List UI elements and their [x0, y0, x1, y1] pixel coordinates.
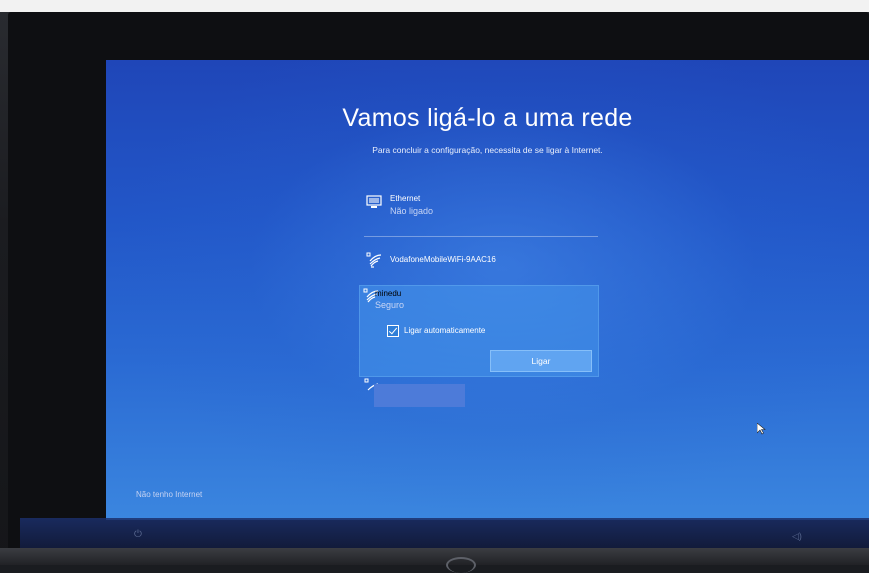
top-strip [0, 0, 869, 12]
brand-logo-icon [446, 557, 476, 573]
taskbar-area [20, 518, 869, 550]
wifi-secured-icon [366, 252, 382, 268]
page-title: Vamos ligá-lo a uma rede [342, 104, 633, 132]
photo-frame: Vamos ligá-lo a uma rede Para concluir a… [0, 0, 869, 573]
speaker-icon[interactable]: ◁) [792, 531, 802, 542]
network-status: Seguro [375, 300, 405, 310]
auto-connect-label: Ligar automaticamente [404, 326, 486, 336]
network-name: minedu [375, 289, 402, 298]
monitor-stand [0, 548, 869, 565]
network-name: VodafoneMobileWiFi-9AAC16 [390, 255, 496, 264]
redaction-block [374, 384, 465, 407]
network-item-minedu[interactable]: minedu Seguro Ligar automaticamente Liga… [359, 285, 599, 377]
oobe-screen: Vamos ligá-lo a uma rede Para concluir a… [106, 60, 869, 520]
network-status: Não ligado [390, 206, 434, 216]
network-item-vodafone[interactable]: VodafoneMobileWiFi-9AAC16 [362, 248, 600, 274]
power-icon[interactable]: ⏻ [134, 529, 142, 540]
network-item-ethernet[interactable]: Ethernet Não ligado [362, 190, 600, 226]
network-name: Ethernet [390, 194, 421, 203]
connect-button[interactable]: Ligar [490, 350, 592, 372]
no-internet-link[interactable]: Não tenho Internet [136, 490, 202, 499]
ethernet-icon [366, 195, 382, 208]
auto-connect-checkbox[interactable]: Ligar automaticamente [387, 325, 485, 337]
page-subtitle: Para concluir a configuração, necessita … [372, 145, 603, 155]
mouse-cursor-icon [757, 423, 766, 435]
checkbox-checked-icon [387, 325, 399, 337]
divider [364, 236, 598, 237]
